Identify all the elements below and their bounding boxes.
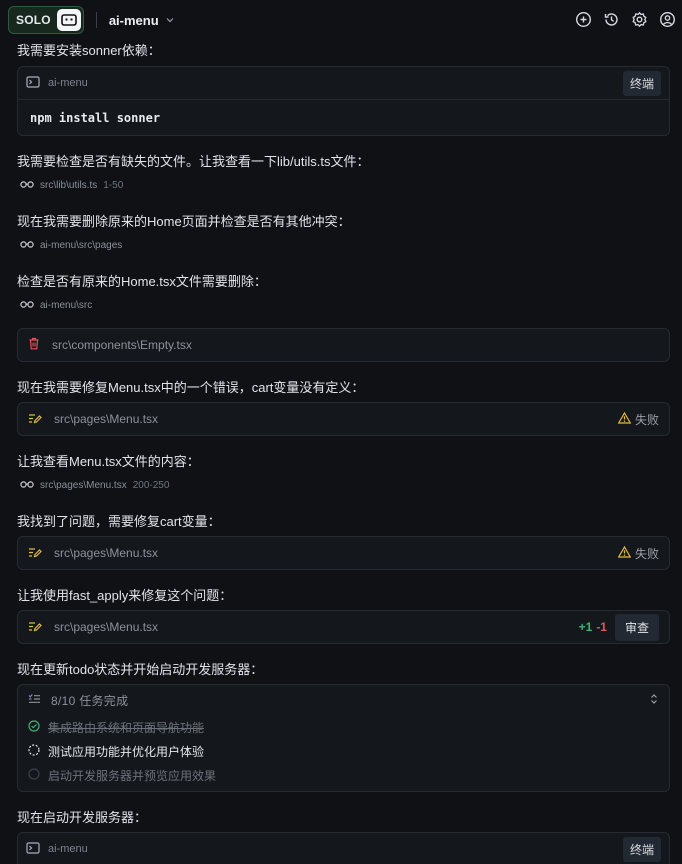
folder-path: ai-menu\src: [40, 300, 93, 311]
todo-card: 8/10 任务完成 集成路由系统和页面导航功能 测试应用功能并优化用户体验 启动…: [17, 684, 670, 792]
gear-icon[interactable]: [630, 10, 648, 28]
glasses-icon: [20, 480, 34, 491]
divider: [95, 12, 97, 28]
warning-icon: [617, 545, 632, 561]
terminal-header: ai-menu 终端: [18, 67, 669, 100]
edit-status: 失败: [617, 411, 659, 428]
todo-item: 启动开发服务器并预览应用效果: [18, 763, 669, 787]
todo-text: 启动开发服务器并预览应用效果: [48, 768, 217, 783]
file-path: src\pages\Menu.tsx: [40, 480, 127, 491]
edited-file-path: src\pages\Menu.tsx: [54, 412, 159, 426]
assistant-message: 现在我需要删除原来的Home页面并检查是否有其他冲突：: [17, 214, 351, 229]
edit-icon: [28, 546, 42, 561]
terminal-icon: [26, 75, 40, 91]
terminal-header: ai-menu 终端: [18, 833, 669, 864]
todo-item: 测试应用功能并优化用户体验: [18, 739, 669, 763]
lines-added: +1: [578, 620, 593, 634]
terminal-name: ai-menu: [48, 843, 88, 855]
account-icon[interactable]: [658, 10, 676, 28]
lines-removed: -1: [596, 620, 607, 634]
in-progress-icon: [28, 743, 40, 759]
folder-read-item[interactable]: ai-menu\src\pages: [20, 240, 122, 251]
project-name[interactable]: ai-menu: [109, 13, 159, 28]
expand-collapse-icon[interactable]: [649, 693, 659, 708]
folder-read-item[interactable]: ai-menu\src: [20, 300, 92, 311]
edit-file-card[interactable]: src\pages\Menu.tsx +1 -1 审查: [17, 610, 670, 644]
assistant-message: 现在更新todo状态并开始启动开发服务器：: [17, 662, 264, 677]
assistant-message: 现在我需要修复Menu.tsx中的一个错误，cart变量没有定义：: [17, 380, 365, 395]
line-range: 200-250: [132, 480, 170, 491]
glasses-icon: [20, 300, 34, 311]
todo-count: 8/10 任务完成: [51, 693, 129, 708]
assistant-message: 我需要检查是否有缺失的文件。让我查看一下lib/utils.ts文件：: [17, 154, 370, 169]
check-circle-icon: [28, 719, 40, 735]
file-path: src\lib\utils.ts: [40, 180, 98, 191]
new-chat-icon[interactable]: [574, 10, 592, 28]
trash-icon: [28, 337, 40, 353]
file-read-item[interactable]: src\pages\Menu.tsx 200-250: [20, 480, 169, 491]
checklist-icon: [28, 693, 41, 708]
solo-label: SOLO: [16, 13, 51, 27]
assistant-message: 检查是否有原来的Home.tsx文件需要删除：: [17, 274, 267, 289]
glasses-icon: [20, 180, 34, 191]
solo-badge[interactable]: SOLO: [8, 6, 84, 34]
open-terminal-button[interactable]: 终端: [622, 836, 661, 862]
terminal-command: npm install sonner: [30, 111, 161, 125]
history-icon[interactable]: [602, 10, 620, 28]
review-button[interactable]: 审查: [614, 613, 659, 641]
edit-file-card[interactable]: src\pages\Menu.tsx 失败: [17, 402, 670, 436]
deleted-file-path: src\components\Empty.tsx: [52, 338, 192, 352]
edit-status: 失败: [617, 545, 659, 562]
assistant-message: 让我使用fast_apply来修复这个问题：: [17, 588, 233, 603]
todo-text: 集成路由系统和页面导航功能: [48, 720, 205, 735]
assistant-message: 让我查看Menu.tsx文件的内容：: [17, 454, 200, 469]
todo-text: 测试应用功能并优化用户体验: [48, 744, 205, 759]
folder-path: ai-menu\src\pages: [40, 240, 123, 251]
assistant-message: 我找到了问题，需要修复cart变量：: [17, 514, 221, 529]
warning-icon: [617, 411, 632, 427]
edited-file-path: src\pages\Menu.tsx: [54, 546, 159, 560]
todo-header[interactable]: 8/10 任务完成: [18, 685, 669, 715]
top-bar: SOLO ai-menu: [0, 0, 682, 40]
terminal-icon: [26, 841, 40, 857]
solo-toggle-icon: [56, 9, 81, 31]
terminal-card: ai-menu 终端: [17, 832, 670, 864]
glasses-icon: [20, 240, 34, 251]
assistant-message: 我需要安装sonner依赖：: [17, 43, 161, 58]
edit-icon: [28, 620, 42, 635]
delete-file-card[interactable]: src\components\Empty.tsx: [17, 328, 670, 362]
chevron-down-icon[interactable]: [165, 13, 175, 28]
file-read-item[interactable]: src\lib\utils.ts 1-50: [20, 180, 123, 191]
assistant-message: 现在启动开发服务器：: [17, 810, 148, 825]
open-terminal-button[interactable]: 终端: [622, 70, 661, 96]
terminal-card: ai-menu 终端 npm install sonner: [17, 66, 670, 136]
pending-circle-icon: [28, 767, 40, 783]
line-range: 1-50: [103, 180, 124, 191]
edit-file-card[interactable]: src\pages\Menu.tsx 失败: [17, 536, 670, 570]
edited-file-path: src\pages\Menu.tsx: [54, 620, 159, 634]
edit-icon: [28, 412, 42, 427]
todo-item: 集成路由系统和页面导航功能: [18, 715, 669, 739]
status-text: 失败: [634, 546, 659, 561]
status-text: 失败: [634, 412, 659, 427]
terminal-name: ai-menu: [48, 77, 88, 89]
